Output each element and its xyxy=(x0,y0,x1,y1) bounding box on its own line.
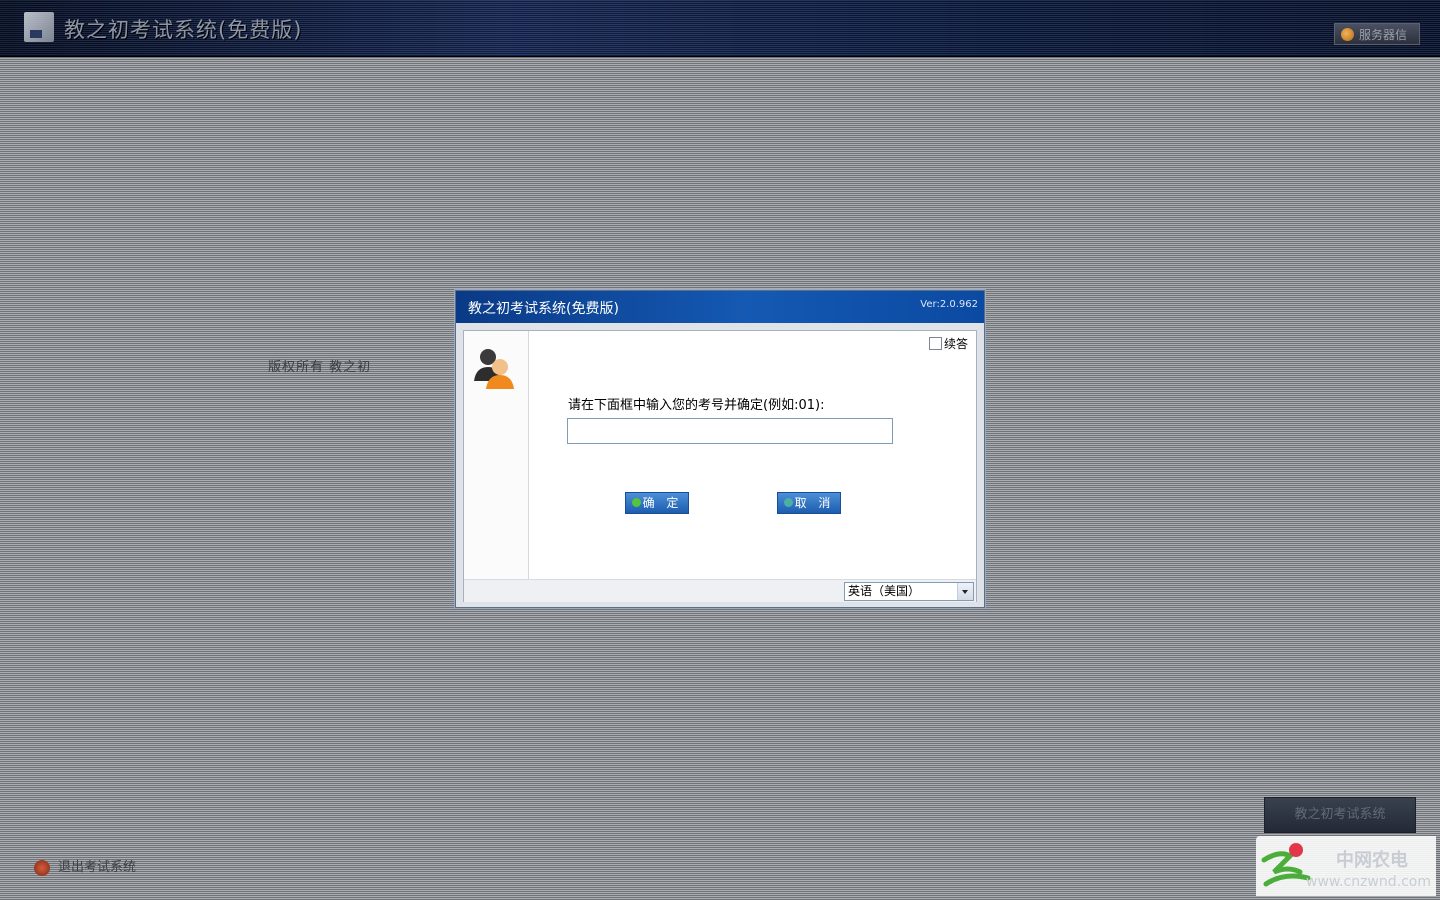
exit-system-label: 退出考试系统 xyxy=(58,860,137,875)
language-value: 英语（美国） xyxy=(848,584,921,598)
cancel-button-label: 取 消 xyxy=(794,496,835,510)
login-dialog: 教之初考试系统(免费版) Ver:2.0.962 续答 请在下面框中输入您的考号… xyxy=(455,290,985,608)
dialog-footer: 英语（美国） xyxy=(464,579,976,602)
dialog-title: 教之初考试系统(免费版) xyxy=(468,301,619,317)
chevron-down-icon[interactable] xyxy=(957,583,973,600)
watermark: 中网农电 www.cnzwnd.com xyxy=(1256,836,1436,896)
dialog-titlebar[interactable]: 教之初考试系统(免费版) Ver:2.0.962 xyxy=(456,291,984,323)
watermark-name: 中网农电 xyxy=(1336,850,1408,871)
exam-id-input[interactable] xyxy=(567,418,893,444)
background-center-label: 版权所有 教之初 xyxy=(268,360,372,375)
bottom-right-banner: 教之初考试系统 xyxy=(1264,797,1416,833)
language-select[interactable]: 英语（美国） xyxy=(844,582,974,601)
dialog-body: 续答 请在下面框中输入您的考号并确定(例如:01): 确 定 取 消 英语（美国… xyxy=(463,330,977,602)
exit-icon xyxy=(34,859,50,876)
app-title: 教之初考试系统(免费版) xyxy=(64,18,303,42)
service-button-label: 服务器信 xyxy=(1359,28,1408,42)
app-logo-icon xyxy=(24,12,54,42)
exit-system-link[interactable]: 退出考试系统 xyxy=(34,856,136,876)
continue-answer-label: 续答 xyxy=(943,337,968,351)
exam-id-prompt: 请在下面框中输入您的考号并确定(例如:01): xyxy=(568,398,825,413)
service-icon xyxy=(1341,28,1354,41)
cancel-icon xyxy=(783,498,793,507)
app-header: 教之初考试系统(免费版) 服务器信 xyxy=(0,0,1440,57)
continue-answer-checkbox[interactable] xyxy=(928,337,942,350)
continue-answer-option[interactable]: 续答 xyxy=(928,335,968,352)
service-button[interactable]: 服务器信 xyxy=(1334,23,1420,45)
watermark-url: www.cnzwnd.com xyxy=(1306,874,1431,890)
check-icon xyxy=(631,498,641,507)
dialog-side-panel xyxy=(464,331,529,579)
ok-button[interactable]: 确 定 xyxy=(625,492,689,514)
cancel-button[interactable]: 取 消 xyxy=(777,492,841,514)
ok-button-label: 确 定 xyxy=(642,496,683,510)
version-label: Ver:2.0.962 xyxy=(920,299,978,310)
users-icon xyxy=(474,349,514,389)
